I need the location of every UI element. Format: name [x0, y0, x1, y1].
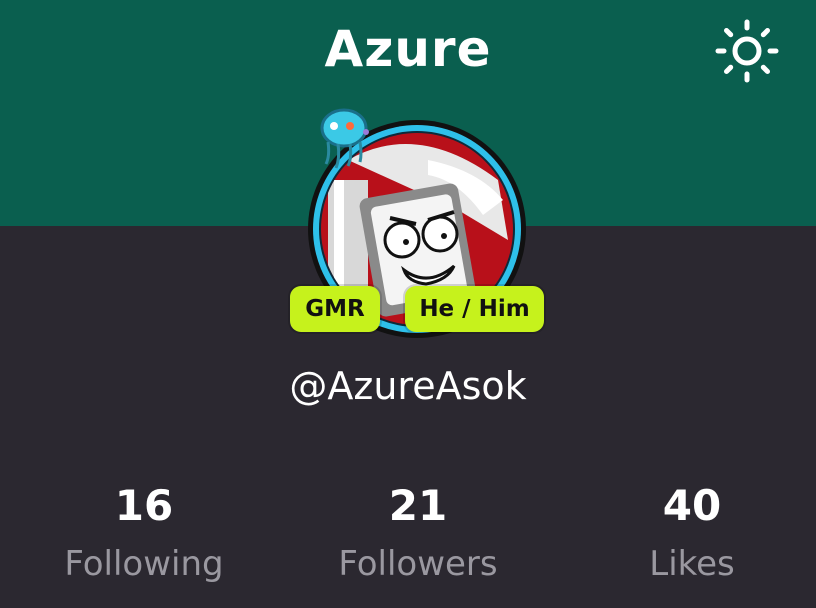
stat-likes[interactable]: 40 Likes: [556, 478, 816, 586]
pronoun-badge: He / Him: [405, 286, 544, 332]
stat-value: 21: [388, 481, 448, 530]
username: @AzureAsok: [289, 364, 527, 408]
stat-value: 16: [114, 481, 174, 530]
jellyfish-sticker-icon: [320, 108, 369, 169]
stat-followers[interactable]: 21 Followers: [282, 478, 554, 586]
stat-label: Following: [64, 544, 224, 584]
stat-following[interactable]: 16 Following: [8, 478, 280, 586]
sun-icon: [715, 19, 779, 83]
role-badge: GMR: [290, 286, 380, 332]
stat-label: Likes: [649, 544, 735, 584]
stat-label: Followers: [338, 544, 498, 584]
stat-value: 40: [662, 481, 722, 530]
theme-toggle-button[interactable]: [714, 18, 780, 84]
page-title: Azure: [324, 20, 492, 78]
